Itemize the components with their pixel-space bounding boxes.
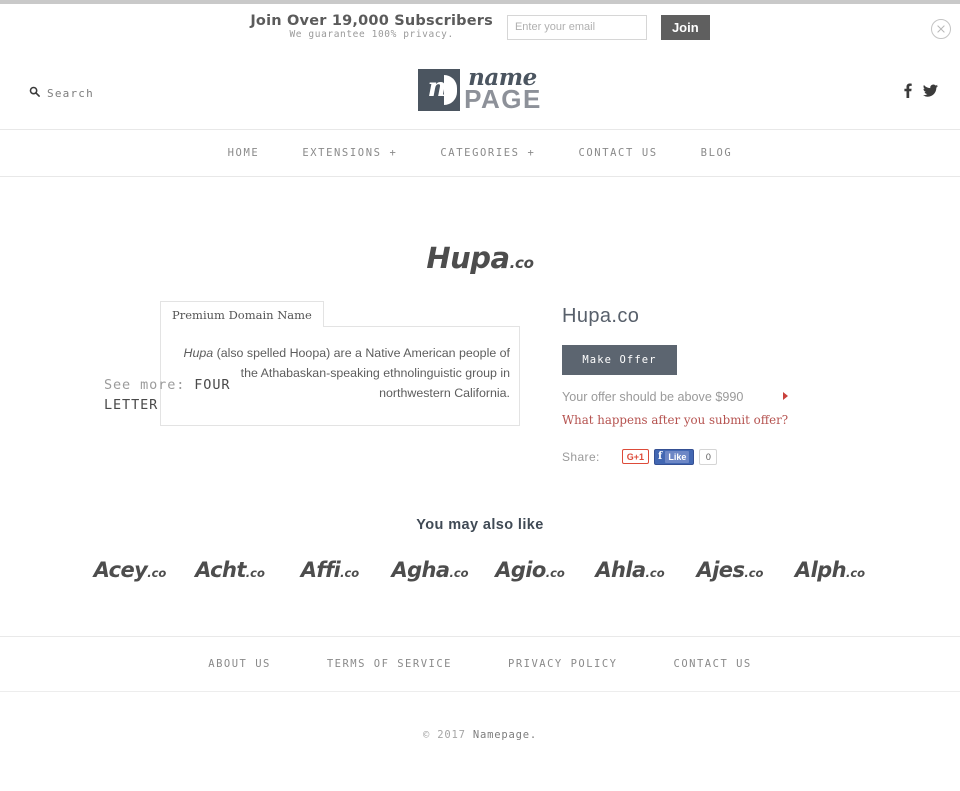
facebook-icon[interactable] bbox=[903, 83, 912, 98]
close-circle-icon[interactable] bbox=[930, 18, 952, 40]
share-label: Share: bbox=[562, 449, 600, 464]
card-tab-label[interactable]: Premium Domain Name bbox=[160, 301, 324, 327]
also-like-item-name: Acey bbox=[93, 557, 148, 582]
subscribe-text: Join Over 19,000 Subscribers We guarante… bbox=[250, 13, 493, 42]
domain-description-text: (also spelled Hoopa) are a Native Americ… bbox=[213, 346, 510, 401]
also-like-item-tld: .co bbox=[245, 565, 265, 580]
also-like-item-tld: .co bbox=[545, 565, 565, 580]
share-buttons: G+1 f Like 0 bbox=[621, 448, 718, 465]
footer-nav: ABOUT US TERMS OF SERVICE PRIVACY POLICY… bbox=[0, 637, 960, 692]
logo-page-text: PAGE bbox=[464, 84, 542, 115]
also-like-item-name: Agha bbox=[391, 557, 450, 582]
copyright: © 2017 Namepage. bbox=[0, 729, 960, 741]
also-like-item-tld: .co bbox=[645, 565, 665, 580]
facebook-like-button[interactable]: f Like bbox=[654, 448, 695, 465]
offer-info-link[interactable]: What happens after you submit offer? bbox=[562, 413, 862, 427]
facebook-like-label: Like bbox=[665, 450, 690, 463]
also-like-item-tld: .co bbox=[845, 565, 866, 580]
google-plus-one-button[interactable]: G+1 bbox=[621, 449, 650, 465]
offer-minimum-note: Your offer should be above $990 bbox=[562, 389, 788, 407]
copyright-prefix: © 2017 bbox=[423, 728, 466, 741]
logo-mark-icon: n bbox=[418, 68, 461, 111]
twitter-icon[interactable] bbox=[923, 84, 938, 97]
also-like-item-name: Acht bbox=[195, 557, 246, 582]
footer-link-terms-of-service[interactable]: TERMS OF SERVICE bbox=[327, 658, 452, 670]
also-like-item-tld: .co bbox=[147, 565, 167, 580]
search-button[interactable]: Search bbox=[29, 84, 94, 102]
site-logo[interactable]: n name PAGE bbox=[418, 66, 542, 115]
also-like-grid: Acey.co Acht.co Affi.co Agha.co Agio.co … bbox=[0, 558, 960, 582]
social-links bbox=[903, 83, 938, 98]
logo-mark-bowl bbox=[444, 74, 458, 105]
also-like-item[interactable]: Agha.co bbox=[380, 558, 480, 582]
also-like-item[interactable]: Acht.co bbox=[180, 558, 280, 582]
make-offer-button[interactable]: Make Offer bbox=[562, 345, 677, 375]
email-field[interactable] bbox=[506, 14, 647, 40]
also-like-item-name: Affi bbox=[300, 557, 341, 582]
nav-item-blog[interactable]: BLOG bbox=[701, 147, 733, 159]
nav-item-home[interactable]: HOME bbox=[228, 147, 260, 159]
subscribe-subtitle: We guarantee 100% privacy. bbox=[289, 29, 454, 41]
domain-description-emphasis: Hupa bbox=[183, 346, 214, 360]
share-row: Share: G+1 f Like 0 bbox=[562, 448, 862, 465]
main-content: See more: FOUR LETTER Hupa.co Premium Do… bbox=[0, 177, 960, 582]
also-like-item[interactable]: Alph.co bbox=[780, 558, 880, 582]
site-header: Search n name PAGE bbox=[0, 50, 960, 130]
also-like-item-name: Ajes bbox=[696, 557, 745, 582]
also-like-item-name: Agio bbox=[495, 557, 546, 582]
facebook-like-count[interactable]: 0 bbox=[699, 448, 718, 465]
join-button[interactable]: Join bbox=[660, 14, 710, 40]
footer-link-contact-us[interactable]: CONTACT US bbox=[674, 658, 752, 670]
subscribe-title: Join Over 19,000 Subscribers bbox=[250, 12, 493, 29]
offer-panel: Hupa.co Make Offer Your offer should be … bbox=[562, 300, 862, 465]
search-icon bbox=[29, 84, 40, 102]
also-like-item-tld: .co bbox=[744, 565, 764, 580]
copyright-brand: Namepage. bbox=[472, 728, 537, 741]
also-like-item[interactable]: Ahla.co bbox=[580, 558, 680, 582]
also-like-item[interactable]: Acey.co bbox=[80, 558, 180, 582]
domain-logo-name: Hupa bbox=[426, 241, 510, 275]
facebook-f-icon: f bbox=[658, 450, 663, 462]
also-like-item[interactable]: Agio.co bbox=[480, 558, 580, 582]
also-like-item[interactable]: Affi.co bbox=[280, 558, 380, 582]
also-like-item[interactable]: Ajes.co bbox=[680, 558, 780, 582]
also-like-item-name: Ahla bbox=[595, 557, 646, 582]
main-nav: HOME EXTENSIONS + CATEGORIES + CONTACT U… bbox=[0, 130, 960, 177]
subscribe-bar: Join Over 19,000 Subscribers We guarante… bbox=[0, 0, 960, 50]
see-more: See more: FOUR LETTER bbox=[104, 376, 234, 415]
logo-wordmark: name PAGE bbox=[464, 66, 542, 115]
nav-item-contact-us[interactable]: CONTACT US bbox=[578, 147, 657, 159]
nav-item-extensions[interactable]: EXTENSIONS + bbox=[302, 147, 397, 159]
search-label: Search bbox=[47, 86, 94, 100]
page-title: Hupa.co bbox=[562, 305, 640, 327]
nav-item-categories[interactable]: CATEGORIES + bbox=[440, 147, 535, 159]
offer-minimum-text: Your offer should be above $990 bbox=[562, 390, 744, 404]
footer-link-privacy-policy[interactable]: PRIVACY POLICY bbox=[508, 658, 618, 670]
offer-arrow-icon bbox=[783, 392, 788, 400]
domain-logo-tld: .co bbox=[509, 254, 534, 272]
also-like-title: You may also like bbox=[416, 516, 544, 533]
also-like-item-name: Alph bbox=[794, 557, 847, 582]
domain-logo: Hupa.co bbox=[0, 177, 960, 275]
footer-link-about-us[interactable]: ABOUT US bbox=[208, 658, 271, 670]
also-like-item-tld: .co bbox=[449, 565, 469, 580]
also-like-item-tld: .co bbox=[340, 565, 360, 580]
see-more-prefix: See more: bbox=[104, 377, 186, 393]
